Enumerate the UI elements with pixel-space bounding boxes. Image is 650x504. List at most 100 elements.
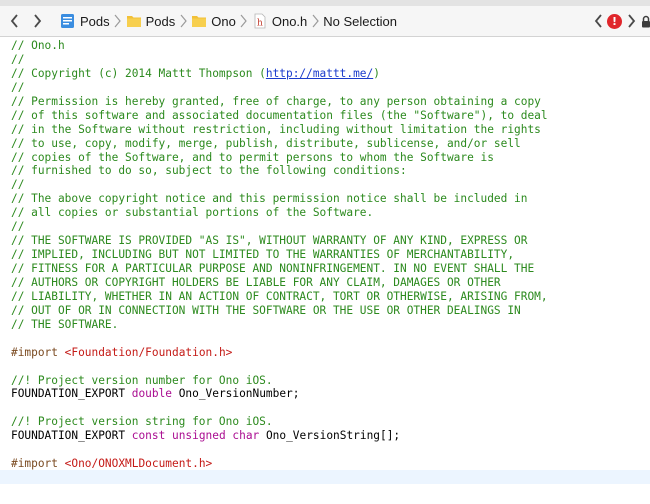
comment-line: // OUT OF OR IN CONNECTION WITH THE SOFT…: [11, 304, 548, 318]
previous-issue-button[interactable]: [591, 9, 605, 33]
breadcrumb-separator-icon: [113, 9, 123, 33]
breadcrumb-label: Ono.h: [271, 13, 308, 29]
keyword: char: [232, 429, 260, 443]
comment-text: //: [11, 52, 25, 66]
breadcrumb-no-selection[interactable]: No Selection: [323, 9, 397, 33]
breadcrumb-group-ono[interactable]: Ono: [191, 9, 236, 33]
comment-text: //: [11, 220, 25, 234]
comment-text: // THE SOFTWARE IS PROVIDED "AS IS", WIT…: [11, 234, 528, 248]
comment-text: //: [11, 80, 25, 94]
comment-line: // Permission is hereby granted, free of…: [11, 95, 548, 109]
chevron-left-icon: [594, 14, 602, 28]
comment-text: // FITNESS FOR A PARTICULAR PURPOSE AND …: [11, 262, 535, 275]
folder-icon: [126, 16, 141, 27]
chevron-right-icon: [34, 14, 42, 28]
import-path: <Foundation/Foundation.h>: [64, 345, 233, 359]
comment-line: // copies of the Software, and to permit…: [11, 151, 548, 165]
comment-line: //: [11, 53, 548, 67]
comment-text: // all copies or substantial portions of…: [11, 206, 374, 220]
comment-line: // THE SOFTWARE.: [11, 318, 548, 332]
comment-line: // FITNESS FOR A PARTICULAR PURPOSE AND …: [11, 262, 548, 276]
comment-line: // Ono.h: [11, 39, 548, 53]
comment-text: // copies of the Software, and to permit…: [11, 150, 494, 164]
breadcrumb-file-ono-h[interactable]: h Ono.h: [252, 9, 307, 33]
breadcrumb-label: No Selection: [323, 13, 397, 29]
breadcrumb-group-pods[interactable]: Pods: [126, 9, 176, 33]
keyword: unsigned: [172, 429, 226, 443]
comment-text: // LIABILITY, WHETHER IN AN ACTION OF CO…: [11, 289, 548, 303]
forward-button[interactable]: [26, 9, 48, 33]
code-line-version-number: FOUNDATION_EXPORT double Ono_VersionNumb…: [11, 387, 548, 401]
folder-icon: [192, 16, 207, 27]
breadcrumb-label: Pods: [145, 13, 176, 29]
comment-line: //: [11, 220, 548, 234]
breadcrumb-separator-icon: [310, 9, 320, 33]
issue-navigator-controls: !: [591, 6, 650, 36]
chevron-left-icon: [10, 14, 18, 28]
comment-text: // OUT OF OR IN CONNECTION WITH THE SOFT…: [11, 303, 521, 317]
project-icon: [61, 14, 74, 28]
comment-line: // THE SOFTWARE IS PROVIDED "AS IS", WIT…: [11, 234, 548, 248]
comment-line: // IMPLIED, INCLUDING BUT NOT LIMITED TO…: [11, 248, 548, 262]
identifier: Ono_VersionNumber;: [178, 387, 300, 401]
preprocessor-directive: #import: [11, 345, 58, 359]
macro-name: FOUNDATION_EXPORT: [11, 387, 126, 401]
comment-text: // in the Software without restriction, …: [11, 122, 541, 136]
comment-text: // furnished to do so, subject to the fo…: [11, 164, 407, 178]
comment-text: // IMPLIED, INCLUDING BUT NOT LIMITED TO…: [11, 248, 515, 262]
error-badge-icon[interactable]: !: [607, 13, 622, 29]
comment-line: // The above copyright notice and this p…: [11, 192, 548, 206]
comment-line: // furnished to do so, subject to the fo…: [11, 164, 548, 178]
comment-text: // to use, copy, modify, merge, publish,…: [11, 136, 521, 150]
lock-icon[interactable]: [641, 15, 650, 28]
keyword: const: [131, 429, 166, 443]
comment-line: //: [11, 178, 548, 192]
license-header-comment: // Ono.h//// Copyright (c) 2014 Mattt Th…: [11, 39, 548, 332]
chevron-right-icon: [627, 14, 635, 28]
code-line-version-string: FOUNDATION_EXPORT const unsigned char On…: [11, 429, 548, 443]
back-button[interactable]: [4, 9, 26, 33]
comment-text: // The above copyright notice and this p…: [11, 192, 528, 206]
breadcrumb-label: Ono: [211, 13, 236, 29]
comment-line: // to use, copy, modify, merge, publish,…: [11, 137, 548, 151]
source-editor[interactable]: // Ono.h//// Copyright (c) 2014 Mattt Th…: [0, 37, 650, 504]
code-line-comment: //! Project version string for Ono iOS.: [11, 415, 273, 429]
code-line-comment: //! Project version number for Ono iOS.: [11, 373, 273, 387]
next-issue-button[interactable]: [624, 9, 638, 33]
url-link[interactable]: http://mattt.me/: [266, 67, 373, 80]
code-line-import-ono: #import <Ono/ONOXMLDocument.h>: [11, 457, 548, 471]
comment-text: // THE SOFTWARE.: [11, 317, 119, 331]
svg-text:h: h: [257, 19, 263, 29]
header-file-icon: h: [254, 13, 266, 29]
comment-text: //: [11, 178, 25, 192]
breadcrumb-separator-icon: [178, 9, 188, 33]
comment-line: // in the Software without restriction, …: [11, 123, 548, 137]
comment-line: // Copyright (c) 2014 Mattt Thompson (ht…: [11, 67, 548, 81]
comment-text: // Permission is hereby granted, free of…: [11, 94, 541, 108]
comment-text: // AUTHORS OR COPYRIGHT HOLDERS BE LIABL…: [11, 275, 501, 289]
breadcrumb-project-pods[interactable]: Pods: [60, 9, 110, 33]
comment-line: // AUTHORS OR COPYRIGHT HOLDERS BE LIABL…: [11, 276, 548, 290]
keyword: double: [131, 387, 172, 401]
macro-name: FOUNDATION_EXPORT: [11, 429, 126, 443]
import-path: <Ono/ONOXMLDocument.h>: [64, 457, 213, 471]
comment-text: // Copyright (c) 2014 Mattt Thompson (: [11, 66, 266, 80]
comment-text: // Ono.h: [11, 39, 65, 52]
comment-line: //: [11, 81, 548, 95]
breadcrumb-separator-icon: [239, 9, 249, 33]
comment-line: // of this software and associated docum…: [11, 109, 548, 123]
identifier: Ono_VersionString[];: [265, 429, 401, 443]
code-line-import-foundation: #import <Foundation/Foundation.h>: [11, 346, 548, 360]
code-text: // Ono.h//// Copyright (c) 2014 Mattt Th…: [11, 39, 548, 485]
comment-line: // all copies or substantial portions of…: [11, 206, 548, 220]
comment-text: ): [373, 66, 380, 80]
comment-text: // of this software and associated docum…: [11, 108, 548, 122]
preprocessor-directive: #import: [11, 457, 58, 471]
breadcrumb-label: Pods: [80, 13, 110, 29]
comment-line: // LIABILITY, WHETHER IN AN ACTION OF CO…: [11, 290, 548, 304]
